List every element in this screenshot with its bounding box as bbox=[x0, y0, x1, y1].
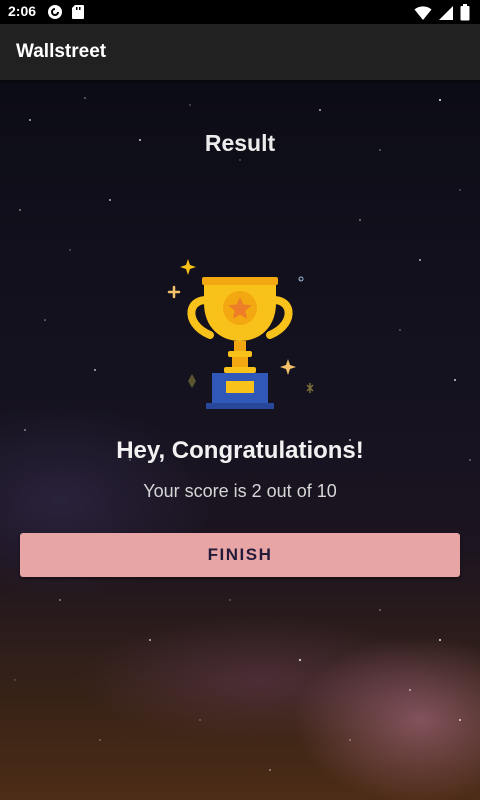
result-screen: 2:06 Wallstreet Result Hey, Congratulati… bbox=[0, 0, 480, 800]
signal-icon bbox=[439, 5, 453, 20]
pocket-casts-icon bbox=[48, 5, 62, 19]
status-time: 2:06 bbox=[8, 3, 37, 19]
score-text: Your score is 2 out of 10 bbox=[143, 481, 337, 501]
battery-icon bbox=[460, 4, 470, 21]
sd-card-icon bbox=[72, 5, 84, 19]
trophy-icon bbox=[167, 259, 314, 409]
congratulations-text: Hey, Congratulations! bbox=[116, 437, 364, 464]
status-bar: 2:06 bbox=[0, 0, 480, 24]
page-title: Result bbox=[204, 130, 276, 156]
wifi-icon bbox=[414, 5, 432, 20]
app-title: Wallstreet bbox=[16, 41, 107, 62]
app-bar: Wallstreet bbox=[0, 24, 480, 80]
finish-button[interactable]: FINISH bbox=[20, 533, 460, 577]
